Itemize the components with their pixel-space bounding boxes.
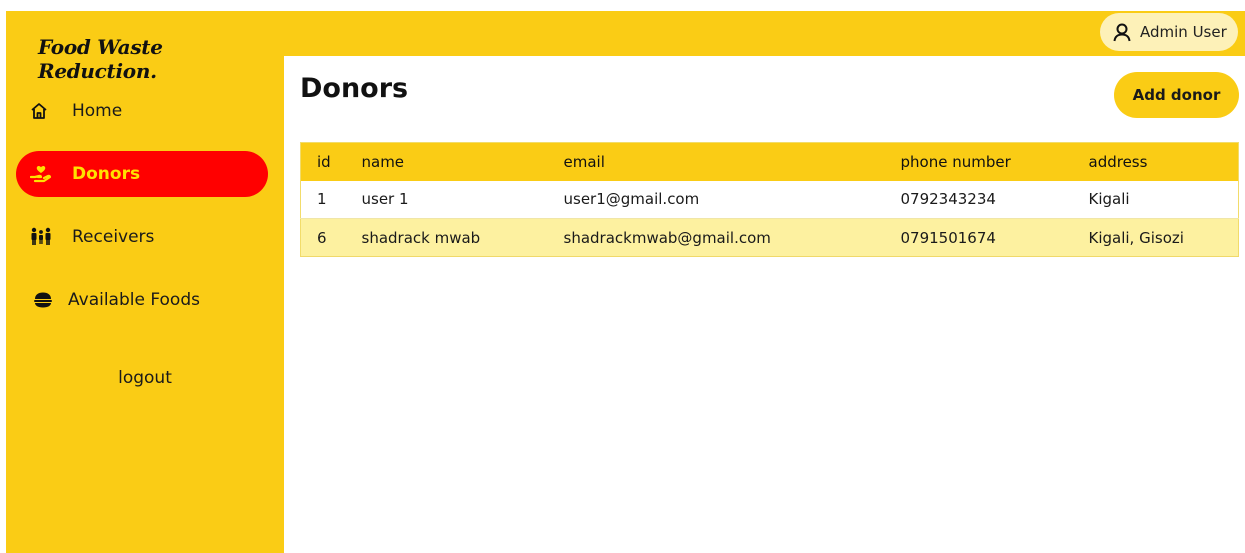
column-header-address: address [1088,152,1148,171]
home-icon [30,100,56,122]
donor-hand-heart-icon [30,163,56,185]
user-menu[interactable]: Admin User [1100,13,1238,51]
table-row[interactable]: 6 shadrack mwab shadrackmwab@gmail.com 0… [300,218,1239,257]
table-row[interactable]: 1 user 1 user1@gmail.com 0792343234 Kiga… [300,180,1239,219]
sidebar-item-donors[interactable]: Donors [16,151,268,197]
donors-table: id name email phone number address 1 use… [300,142,1239,257]
food-icon [32,289,58,311]
user-icon [1112,22,1132,42]
column-header-phone: phone number [900,152,1011,171]
cell-id: 1 [317,190,327,209]
table-header-row: id name email phone number address [300,142,1239,181]
cell-address: Kigali [1088,190,1130,209]
cell-address: Kigali, Gisozi [1088,228,1184,247]
people-icon [30,226,56,248]
column-header-id: id [317,152,331,171]
cell-name: user 1 [361,190,409,209]
cell-phone: 0792343234 [900,190,996,209]
sidebar-item-label: Receivers [72,227,155,247]
sidebar-item-available-foods[interactable]: Available Foods [16,277,268,323]
app-brand: Food Waste Reduction. [38,35,163,83]
sidebar-item-label: Donors [72,164,141,184]
user-name: Admin User [1140,23,1227,41]
sidebar-item-receivers[interactable]: Receivers [16,214,268,260]
page-title: Donors [300,73,409,104]
cell-email: user1@gmail.com [563,190,700,209]
column-header-email: email [563,152,605,171]
sidebar-item-label: Home [72,101,123,121]
top-bar: Admin User [284,11,1245,56]
cell-name: shadrack mwab [361,228,481,247]
cell-email: shadrackmwab@gmail.com [563,228,771,247]
logout-button[interactable]: logout [6,368,284,388]
add-donor-button[interactable]: Add donor [1114,72,1239,118]
sidebar-item-home[interactable]: Home [16,88,268,134]
column-header-name: name [361,152,405,171]
cell-phone: 0791501674 [900,228,996,247]
sidebar-item-label: Available Foods [68,290,200,310]
cell-id: 6 [317,228,327,247]
sidebar: Food Waste Reduction. Home Donors Receiv… [6,11,284,553]
